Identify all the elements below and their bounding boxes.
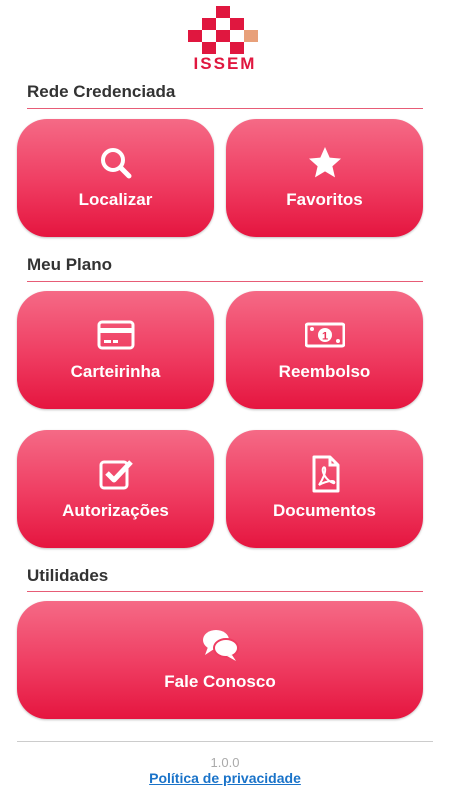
issem-logo: ISSEM (185, 4, 265, 74)
documentos-label: Documentos (273, 501, 376, 520)
app-version: 1.0.0 (210, 755, 240, 770)
checkbox-icon (99, 460, 133, 490)
svg-text:1: 1 (321, 331, 327, 343)
fale-conosco-label: Fale Conosco (164, 672, 276, 691)
favoritos-label: Favoritos (286, 190, 363, 209)
logo-cross-icon (188, 6, 258, 54)
chat-icon (203, 630, 239, 661)
section-divider (27, 108, 423, 109)
logo-text: ISSEM (193, 54, 257, 73)
pdf-icon (312, 455, 339, 493)
section-title-rede: Rede Credenciada (27, 82, 176, 101)
carteirinha-button[interactable]: Carteirinha (17, 291, 214, 409)
localizar-button[interactable]: Localizar (17, 119, 214, 237)
search-icon (100, 148, 131, 179)
carteirinha-label: Carteirinha (70, 362, 161, 381)
section-divider (27, 591, 423, 592)
privacy-policy-link[interactable]: Política de privacidade (0, 770, 450, 786)
autorizacoes-button[interactable]: Autorizações (17, 430, 214, 548)
localizar-label: Localizar (78, 190, 153, 209)
card-icon (97, 320, 134, 350)
documentos-button[interactable]: Documentos (226, 430, 423, 548)
reembolso-label: Reembolso (278, 362, 371, 381)
reembolso-button[interactable]: 1 Reembolso (226, 291, 423, 409)
section-title-utilidades: Utilidades (27, 566, 109, 585)
star-icon (308, 147, 341, 178)
section-divider (27, 281, 423, 282)
money-icon: 1 (304, 322, 345, 348)
autorizacoes-label: Autorizações (62, 501, 169, 520)
favoritos-button[interactable]: Favoritos (226, 119, 423, 237)
footer-divider (17, 741, 433, 742)
fale-conosco-button[interactable]: Fale Conosco (17, 601, 423, 719)
section-title-plano: Meu Plano (27, 255, 113, 274)
